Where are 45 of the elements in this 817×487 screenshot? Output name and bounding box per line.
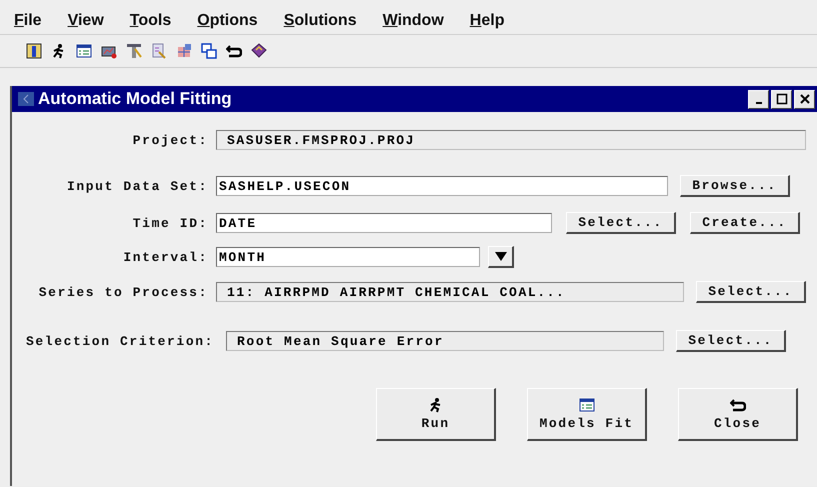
field-label: Series to Process:	[38, 284, 208, 300]
return-arrow-icon	[730, 397, 746, 413]
field-label: Selection Criterion:	[25, 334, 214, 348]
list-icon	[578, 397, 594, 413]
list-icon[interactable]	[76, 43, 92, 59]
down-triangle-icon	[494, 252, 506, 261]
maximize-icon	[774, 92, 788, 106]
readonly-field: 11: AIRRPMD AIRRPMT CHEMICAL COAL...	[216, 282, 684, 302]
field-label: Interval:	[122, 250, 208, 264]
select-button[interactable]: Create...	[690, 212, 800, 234]
action-button[interactable]: Run	[376, 388, 496, 441]
select-button[interactable]: Select...	[696, 281, 806, 303]
select-button[interactable]: Select...	[676, 330, 786, 352]
dropdown-button[interactable]	[488, 246, 514, 268]
field-label: Project:	[132, 132, 208, 148]
maximize-button[interactable]	[771, 90, 792, 108]
menu-item[interactable]: Solutions	[284, 12, 357, 30]
window-icon	[18, 91, 34, 107]
return-arrow-icon[interactable]	[226, 43, 242, 59]
menu-item[interactable]: Help	[470, 12, 504, 30]
menu-item[interactable]: Options	[197, 12, 258, 30]
input-field[interactable]: MONTH	[216, 247, 480, 267]
minimize-icon	[756, 102, 762, 104]
menu-item[interactable]: View	[68, 12, 104, 30]
action-button[interactable]: Close	[678, 388, 798, 441]
readonly-field: SASUSER.FMSPROJ.PROJ	[216, 130, 806, 150]
menu-item[interactable]: File	[14, 12, 42, 30]
ruler-pencil-icon[interactable]	[126, 43, 142, 59]
grid-icon[interactable]	[176, 43, 192, 59]
select-button[interactable]: Browse...	[680, 175, 790, 197]
action-button[interactable]: Models Fit	[527, 388, 647, 441]
field-label: Input Data Set:	[66, 178, 208, 194]
windows-icon[interactable]	[201, 43, 217, 59]
field-label: Time ID:	[132, 216, 208, 230]
input-field[interactable]: SASHELP.USECON	[216, 176, 668, 196]
select-button[interactable]: Select...	[566, 212, 676, 234]
close-button[interactable]	[794, 90, 815, 108]
input-field[interactable]: DATE	[216, 213, 552, 233]
close-icon	[798, 92, 812, 106]
readonly-field: Root Mean Square Error	[226, 331, 664, 351]
document-pencil-icon[interactable]	[151, 43, 167, 59]
menu-item[interactable]: Window	[382, 12, 444, 30]
minimize-button[interactable]	[748, 90, 769, 108]
menu-item[interactable]: Tools	[130, 12, 172, 30]
window-title: Automatic Model Fitting	[38, 89, 233, 109]
